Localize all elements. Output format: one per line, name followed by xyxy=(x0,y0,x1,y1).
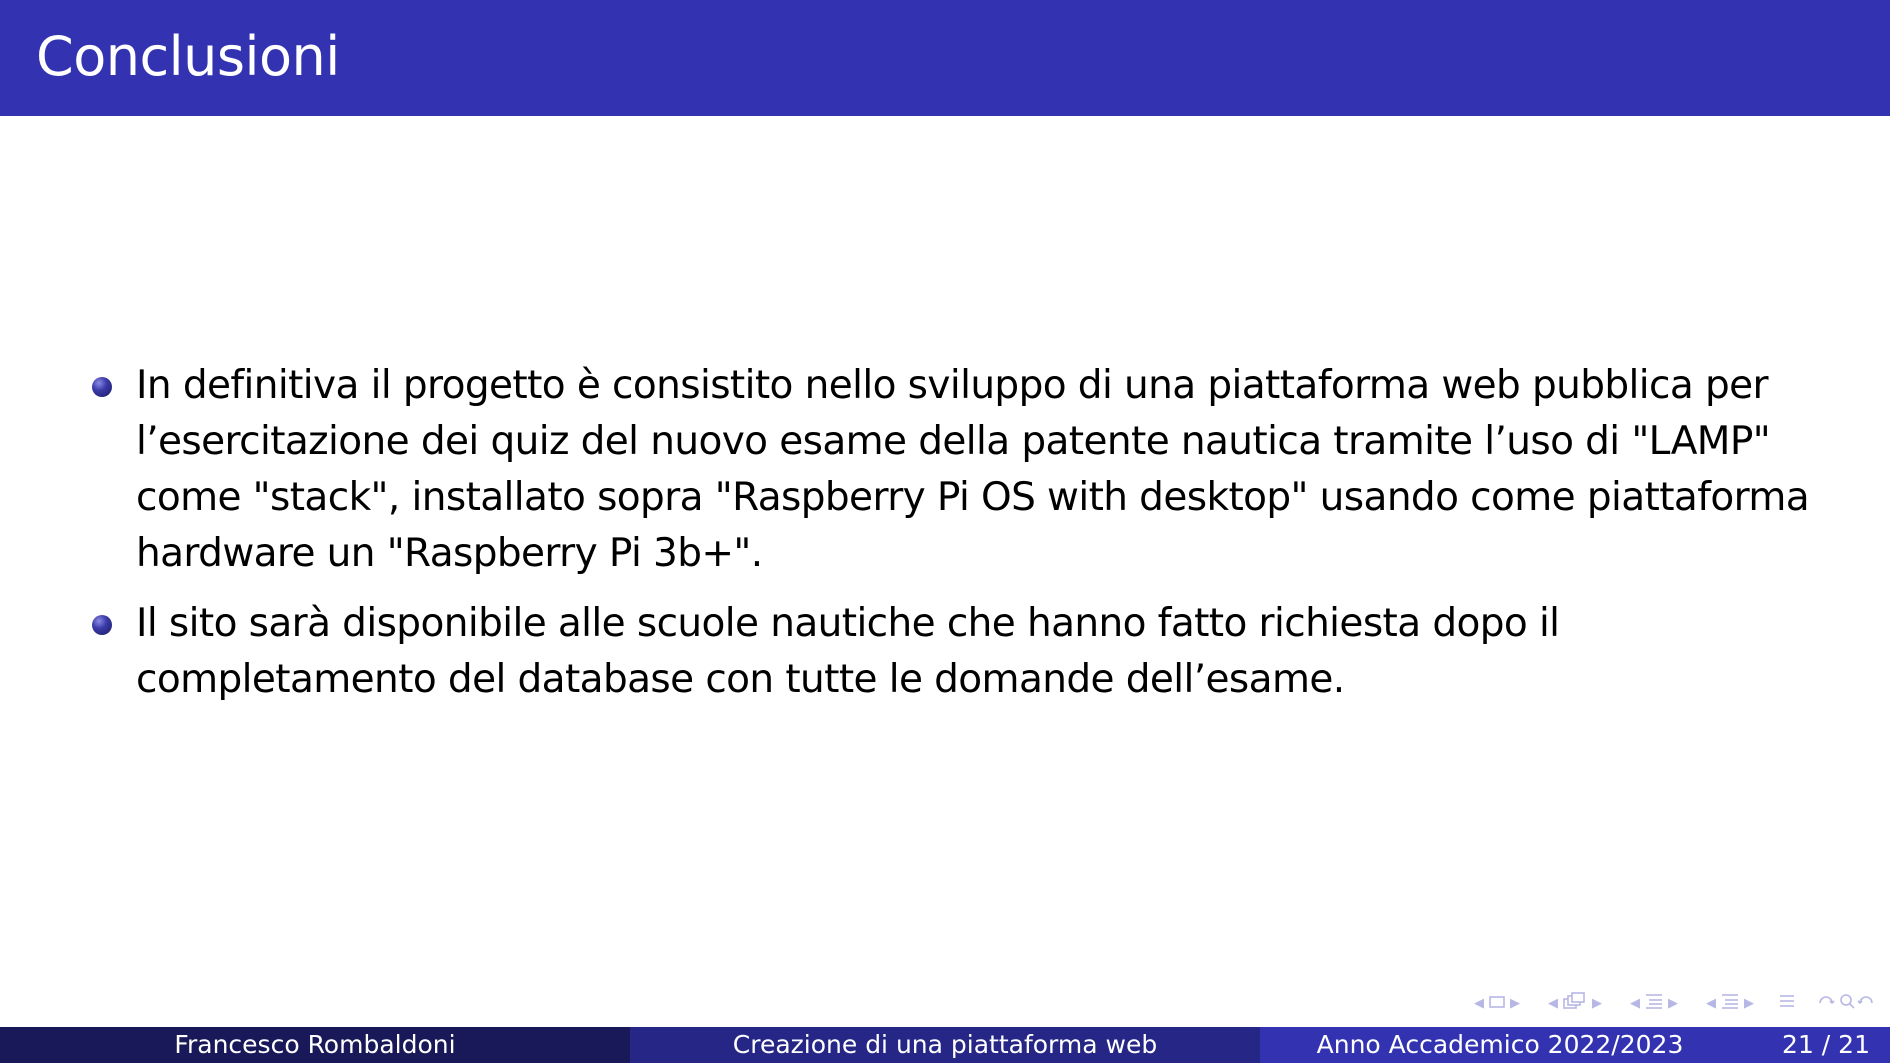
document-nav[interactable]: ◀ ▶ xyxy=(1702,992,1758,1014)
subsection-nav-icon[interactable] xyxy=(1562,991,1588,1015)
bullet-item: Il sito sarà disponibile alle scuole nau… xyxy=(92,596,1852,708)
prev-arrow-icon[interactable]: ◀ xyxy=(1630,997,1640,1010)
frame-nav-icon[interactable] xyxy=(1488,994,1506,1013)
page-number: 21 / 21 xyxy=(1782,1030,1870,1059)
section-nav[interactable]: ◀ ▶ xyxy=(1626,992,1682,1014)
prev-arrow-icon[interactable]: ◀ xyxy=(1474,997,1484,1010)
next-arrow-icon[interactable]: ▶ xyxy=(1668,997,1678,1010)
footer-date: Anno Accademico 2022/2023 xyxy=(1316,1030,1684,1059)
title-bar: Conclusioni xyxy=(0,0,1890,116)
footer-short-title: Creazione di una piattaforma web xyxy=(630,1027,1260,1063)
footer-right: Anno Accademico 2022/2023 21 / 21 xyxy=(1260,1027,1890,1063)
slide: Conclusioni In definitiva il progetto è … xyxy=(0,0,1890,1063)
search-nav[interactable] xyxy=(1816,991,1876,1015)
footer-author: Francesco Rombaldoni xyxy=(0,1027,630,1063)
next-arrow-icon[interactable]: ▶ xyxy=(1744,997,1754,1010)
section-nav-icon[interactable] xyxy=(1644,992,1664,1014)
search-icon[interactable] xyxy=(1816,991,1876,1015)
footer: Francesco Rombaldoni Creazione di una pi… xyxy=(0,1027,1890,1063)
slide-title: Conclusioni xyxy=(36,25,340,88)
bullet-list: In definitiva il progetto è consistito n… xyxy=(92,358,1852,722)
frame-nav[interactable]: ◀ ▶ xyxy=(1470,994,1524,1013)
next-arrow-icon[interactable]: ▶ xyxy=(1592,997,1602,1010)
align-nav[interactable] xyxy=(1778,992,1796,1014)
prev-arrow-icon[interactable]: ◀ xyxy=(1706,997,1716,1010)
beamer-navigation: ◀ ▶ ◀ ▶ ◀ ▶ ◀ ▶ xyxy=(1450,990,1876,1016)
document-nav-icon[interactable] xyxy=(1720,992,1740,1014)
next-arrow-icon[interactable]: ▶ xyxy=(1510,997,1520,1010)
bullet-ball-icon xyxy=(92,377,112,397)
bullet-text: Il sito sarà disponibile alle scuole nau… xyxy=(136,601,1560,702)
subsection-nav[interactable]: ◀ ▶ xyxy=(1544,991,1606,1015)
bullet-text: In definitiva il progetto è consistito n… xyxy=(136,363,1810,576)
align-icon[interactable] xyxy=(1778,992,1796,1014)
bullet-item: In definitiva il progetto è consistito n… xyxy=(92,358,1852,582)
bullet-ball-icon xyxy=(92,615,112,635)
prev-arrow-icon[interactable]: ◀ xyxy=(1548,997,1558,1010)
